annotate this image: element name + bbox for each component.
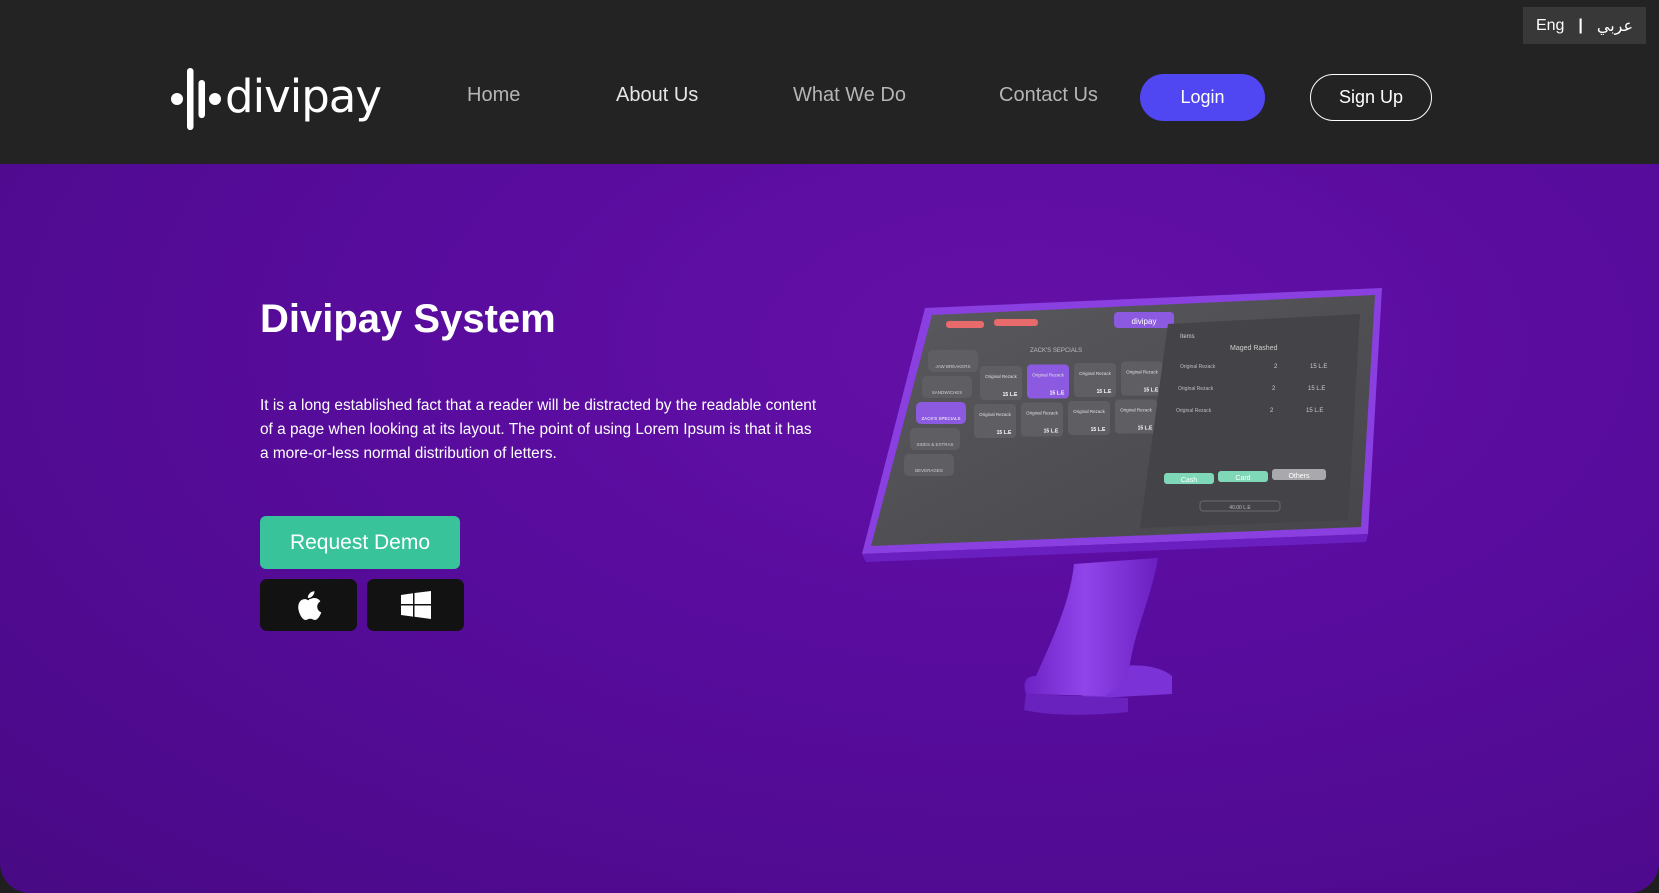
screen-payment-others: Others — [1288, 473, 1310, 480]
screen-product-price: 15 L.E — [1144, 388, 1159, 394]
apple-download-button[interactable] — [260, 579, 357, 631]
screen-product-price: 15 L.E — [997, 430, 1012, 436]
hero-description: It is a long established fact that a rea… — [260, 397, 817, 462]
nav-home[interactable]: Home — [467, 84, 520, 107]
screen-product-name: Original Rezack — [1079, 371, 1112, 376]
language-arabic[interactable]: عربي — [1597, 16, 1633, 36]
windows-download-button[interactable] — [367, 579, 464, 631]
hero-title: Divipay System — [260, 297, 556, 341]
logo[interactable]: divipay — [171, 68, 382, 130]
screen-product-name: Original Rezack — [1120, 408, 1153, 413]
kiosk-illustration: divipay JAW BREAKERS SANDWICHES ZACK'S S… — [850, 284, 1390, 774]
screen-product-name: Original Rezack — [985, 374, 1018, 379]
screen-category: ZACK'S SPECIALS — [921, 416, 960, 421]
request-demo-button[interactable]: Request Demo — [260, 516, 460, 569]
screen-order-line-price: 15 L.E — [1306, 408, 1323, 414]
screen-items-header: Items — [1180, 334, 1195, 340]
screen-section-title: ZACK'S SEPCIALS — [1030, 348, 1082, 354]
screen-product-price: 15 L.E — [1097, 389, 1112, 395]
apple-icon — [297, 591, 321, 621]
screen-product-name: Original Rezack — [1126, 370, 1159, 375]
kiosk-stand — [1024, 558, 1172, 715]
screen-order-line-price: 15 L.E — [1310, 364, 1327, 370]
windows-icon — [400, 591, 431, 619]
screen-order-line-name: Original Rezack — [1178, 386, 1214, 392]
screen-product-name: Original Rezack — [1032, 373, 1065, 378]
language-separator: | — [1578, 16, 1583, 34]
screen-category: JAW BREAKERS — [935, 364, 970, 369]
screen-brand: divipay — [1132, 317, 1157, 326]
screen-order-line-name: Original Rezack — [1180, 364, 1216, 370]
nav-contact-us[interactable]: Contact Us — [999, 84, 1098, 107]
screen-product-name: Original Rezack — [1026, 411, 1059, 416]
sound-wave-icon — [171, 68, 221, 130]
hero-section: Divipay System It is a long established … — [0, 164, 1659, 893]
screen-customer-name: Maged Rashed — [1230, 345, 1278, 352]
screen-product-price: 15 L.E — [1044, 429, 1059, 435]
page: Eng | عربي divipay Home About Us What We… — [0, 0, 1659, 893]
screen-total: 40.00 L.E — [1229, 505, 1251, 511]
screen-payment-card: Card — [1235, 475, 1250, 482]
screen-payment-cash: Cash — [1181, 477, 1197, 484]
screen-category: SIDES & EXTRAS — [916, 442, 953, 447]
language-english[interactable]: Eng — [1536, 17, 1564, 35]
screen-category: SANDWICHES — [932, 390, 963, 395]
language-switch: Eng | عربي — [1523, 7, 1646, 44]
screen-product-price: 15 L.E — [1050, 391, 1065, 397]
screen-product-name: Original Rezack — [1073, 409, 1106, 414]
logo-text: divipay — [225, 69, 382, 123]
screen-category: BEVERAGES — [915, 468, 943, 473]
screen-product-price: 15 L.E — [1091, 427, 1106, 433]
nav-about-us[interactable]: About Us — [616, 84, 698, 107]
screen-product-name: Original Rezack — [979, 412, 1012, 417]
login-button[interactable]: Login — [1140, 74, 1265, 121]
nav-what-we-do[interactable]: What We Do — [793, 84, 906, 107]
screen-product-price: 15 L.E — [1138, 426, 1153, 432]
site-header: Eng | عربي divipay Home About Us What We… — [0, 0, 1659, 164]
screen-order-line-price: 15 L.E — [1308, 386, 1325, 392]
screen-product-price: 15 L.E — [1003, 392, 1018, 398]
signup-button[interactable]: Sign Up — [1310, 74, 1432, 121]
kiosk-screen: divipay JAW BREAKERS SANDWICHES ZACK'S S… — [871, 295, 1375, 546]
screen-order-line-name: Original Rezack — [1176, 408, 1212, 414]
